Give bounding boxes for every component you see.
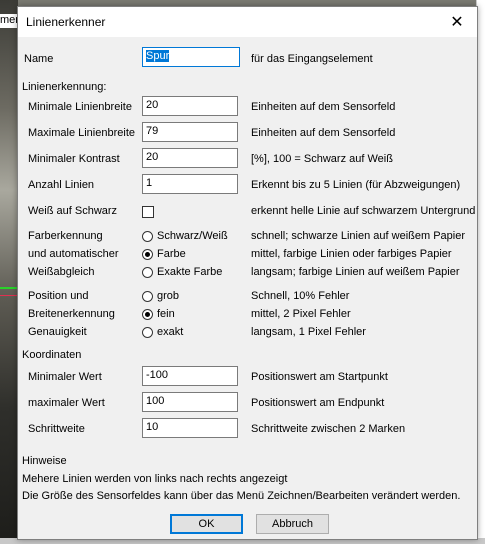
background-line-red [0,295,18,296]
coord-max-input[interactable]: 100 [142,392,238,412]
position-hint-exact: langsam, 1 Pixel Fehler [251,326,366,338]
coord-min-input[interactable]: -100 [142,366,238,386]
color-hint-bw: schnell; schwarze Linien auf weißem Papi… [251,230,465,242]
linienerkenner-dialog: Linienerkenner ✕ Name Spur für das Einga… [17,6,478,540]
coord-label-step: Schrittweite [28,423,85,435]
coord-hint-min: Positionswert am Startpunkt [251,371,388,383]
name-value: Spur [146,50,170,62]
background-line-green [0,287,18,289]
line-section-heading: Linienerkennung: [22,81,107,93]
position-option-fine[interactable]: fein [157,308,175,320]
position-option-coarse[interactable]: grob [157,290,179,302]
color-radio-color[interactable] [142,249,153,260]
max-width-input[interactable]: 79 [142,122,238,142]
coord-step-input[interactable]: 10 [142,418,238,438]
coord-label-max: maximaler Wert [28,397,105,409]
color-option-bw[interactable]: Schwarz/Weiß [157,230,228,242]
color-hint-color: mittel, farbige Linien oder farbiges Pap… [251,248,452,260]
name-hint: für das Eingangselement [251,53,373,65]
color-label-line1: Farberkennung [28,230,103,242]
position-radio-exact[interactable] [142,327,153,338]
dialog-titlebar: Linienerkenner ✕ [18,7,477,37]
background-text: mer [0,14,18,28]
color-radio-bw[interactable] [142,231,153,242]
coord-hint-max: Positionswert am Endpunkt [251,397,385,409]
notes-line2: Die Größe des Sensorfeldes kann über das… [22,490,461,502]
field-label-line-count: Anzahl Linien [28,179,95,191]
notes-line1: Mehere Linien werden von links nach rech… [22,473,288,485]
coord-label-min: Minimaler Wert [28,371,102,383]
color-option-color[interactable]: Farbe [157,248,186,260]
position-label-line2: Breitenerkennung [28,308,115,320]
position-hint-coarse: Schnell, 10% Fehler [251,290,350,302]
close-icon[interactable]: ✕ [437,7,477,37]
field-hint-line-count: Erkennt bis zu 5 Linien (für Abzweigunge… [251,179,461,191]
min-width-input[interactable]: 20 [142,96,238,116]
min-contrast-input[interactable]: 20 [142,148,238,168]
position-label-line3: Genauigkeit [28,326,87,338]
coord-hint-step: Schrittweite zwischen 2 Marken [251,423,406,435]
position-radio-coarse[interactable] [142,291,153,302]
field-label-min-width: Minimale Linienbreite [28,101,132,113]
name-label: Name [24,53,54,65]
white-on-black-hint: erkennt helle Linie auf schwarzem Unterg… [251,205,476,217]
color-radio-exact[interactable] [142,267,153,278]
color-option-exact[interactable]: Exakte Farbe [157,266,222,278]
field-label-min-contrast: Minimaler Kontrast [28,153,120,165]
position-radio-fine[interactable] [142,309,153,320]
color-hint-exact: langsam; farbige Linien auf weißem Papie… [251,266,460,278]
field-hint-min-width: Einheiten auf dem Sensorfeld [251,101,396,113]
white-on-black-label: Weiß auf Schwarz [28,205,118,217]
field-hint-min-contrast: [%], 100 = Schwarz auf Weiß [251,153,393,165]
dialog-title: Linienerkenner [26,15,106,29]
coord-section-heading: Koordinaten [22,349,82,361]
field-hint-max-width: Einheiten auf dem Sensorfeld [251,127,396,139]
white-on-black-checkbox[interactable] [142,206,154,218]
notes-heading: Hinweise [22,455,67,467]
line-count-input[interactable]: 1 [142,174,238,194]
cancel-button[interactable]: Abbruch [256,514,329,534]
background-app-left: mer [0,0,18,544]
position-label-line1: Position und [28,290,89,302]
color-label-line3: Weißabgleich [28,266,95,278]
color-label-line2: und automatischer [28,248,119,260]
position-option-exact[interactable]: exakt [157,326,183,338]
position-hint-fine: mittel, 2 Pixel Fehler [251,308,351,320]
field-label-max-width: Maximale Linienbreite [28,127,135,139]
ok-button[interactable]: OK [170,514,243,534]
name-input[interactable]: Spur [142,47,240,67]
